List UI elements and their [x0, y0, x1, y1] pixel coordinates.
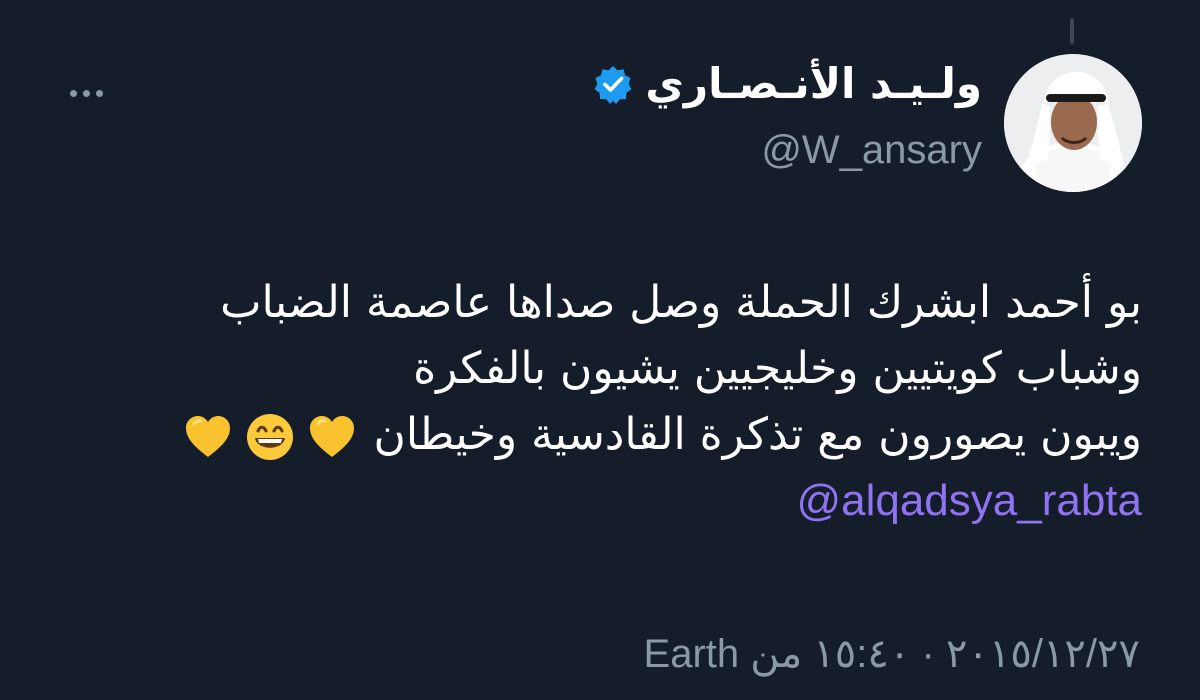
tweet-date: ٢٠١٥/١٢/٢٧	[945, 632, 1140, 676]
more-options-button[interactable]	[62, 78, 110, 108]
yellow-heart-emoji	[185, 416, 230, 457]
more-dot	[82, 89, 90, 97]
tweet-text: بو أحمد ابشرك الحملة وصل صداها عاصمة الض…	[62, 270, 1142, 534]
emoji-group	[182, 411, 358, 463]
tweet-author: ولـيـد الأنـصـاري @W_ansary	[593, 56, 982, 174]
tweet-time: ١٥:٤٠	[813, 632, 911, 676]
verified-badge-icon	[594, 66, 632, 104]
source-prefix: من	[750, 632, 803, 676]
display-name-row: ولـيـد الأنـصـاري	[593, 56, 982, 112]
author-display-name[interactable]: ولـيـد الأنـصـاري	[645, 56, 982, 112]
avatar-photo	[1004, 54, 1142, 192]
tweet-source[interactable]: Earth	[644, 632, 740, 676]
tweet-line: بو أحمد ابشرك الحملة وصل صداها عاصمة الض…	[220, 277, 1142, 328]
author-handle[interactable]: @W_ansary	[593, 126, 982, 174]
yellow-heart-emoji	[309, 416, 354, 457]
avatar[interactable]	[1004, 54, 1142, 192]
thread-connector-line	[1070, 18, 1074, 44]
more-dot	[69, 89, 77, 97]
tweet-timestamp[interactable]: ٢٠١٥/١٢/٢٧ · ١٥:٤٠ من Earth	[644, 626, 1140, 682]
mention-link[interactable]: @alqadsya_rabta	[62, 468, 1142, 534]
more-dot	[95, 89, 103, 97]
meta-separator: ·	[921, 632, 935, 676]
grinning-face-emoji	[246, 414, 293, 460]
tweet-line-with-emoji: ويبون يصورون مع تذكرة القادسية وخيطان	[62, 402, 1142, 468]
tweet-line-text: ويبون يصورون مع تذكرة القادسية وخيطان	[373, 409, 1142, 460]
tweet-line: وشباب كويتيين وخليجيين يشيون بالفكرة	[413, 343, 1142, 394]
